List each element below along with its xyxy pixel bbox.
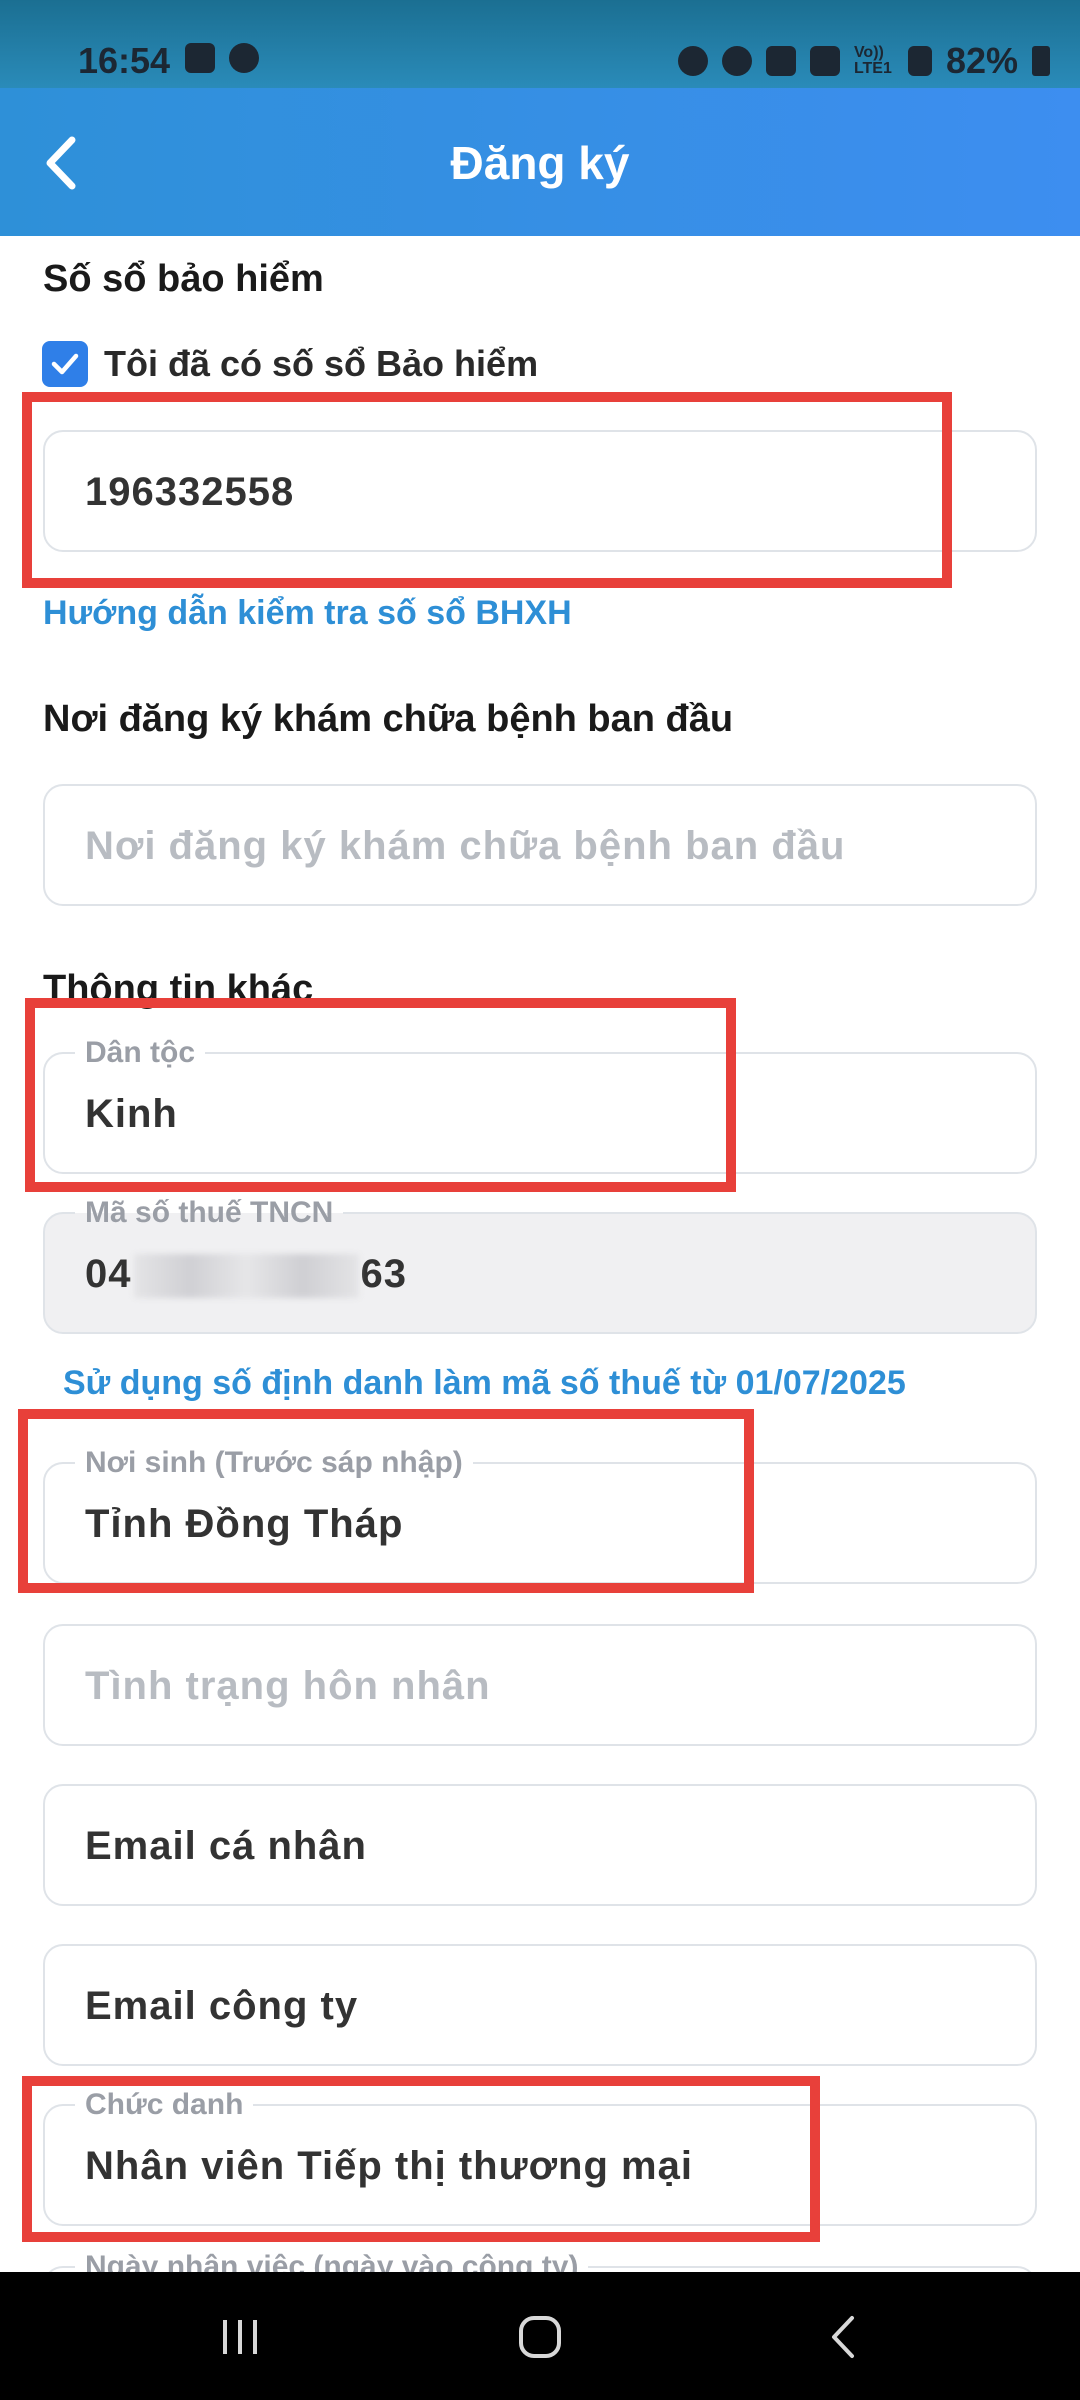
system-nav-bar [0, 2272, 1080, 2400]
birthplace-value: Tỉnh Đồng Tháp [85, 1502, 404, 1546]
system-icons: Vo)) LTE1 82% [677, 40, 1050, 82]
tax-code-prefix: 04 [85, 1252, 132, 1296]
insurance-guide-link[interactable]: Hướng dẫn kiểm tra số sổ BHXH [43, 594, 572, 633]
clock-icon [721, 46, 752, 76]
has-insurance-label: Tôi đã có số sổ Bảo hiểm [104, 343, 539, 384]
other-info-section-title: Thông tin khác [43, 968, 314, 1010]
status-time: 16:54 [78, 40, 171, 81]
home-button[interactable] [505, 2302, 575, 2372]
recent-apps-button[interactable] [205, 2302, 275, 2372]
birthplace-field[interactable]: Nơi sinh (Trước sáp nhập) Tỉnh Đồng Tháp [43, 1446, 1037, 1584]
recent-apps-icon [223, 2320, 257, 2354]
tax-code-note: Sử dụng số định danh làm mã số thuế từ 0… [63, 1364, 906, 1402]
home-icon [519, 2316, 561, 2358]
gallery-icon [185, 43, 215, 73]
has-insurance-checkbox-row[interactable]: Tôi đã có số sổ Bảo hiểm [42, 341, 538, 387]
notification-icons [185, 43, 259, 73]
start-date-label: Ngày nhận việc (ngày vào công ty) [75, 2250, 589, 2272]
ethnicity-label: Dân tộc [75, 1036, 206, 1070]
has-insurance-checkbox[interactable] [42, 341, 88, 387]
form-content[interactable]: Số sổ bảo hiểm Tôi đã có số sổ Bảo hiểm … [0, 236, 1080, 2272]
marital-status-input[interactable]: Tình trạng hôn nhân [43, 1624, 1037, 1746]
checkmark-icon [51, 353, 79, 375]
company-email-input[interactable]: Email công ty [43, 1944, 1037, 2066]
insurance-number-input[interactable]: 196332558 [43, 430, 1037, 552]
back-nav-button[interactable] [810, 2302, 880, 2372]
status-bar: 16:54 Vo)) LTE1 82% [0, 0, 1080, 88]
job-title-label: Chức danh [75, 2088, 254, 2122]
alarm-icon [677, 46, 708, 76]
facebook-icon [229, 43, 259, 73]
marital-status-placeholder: Tình trạng hôn nhân [85, 1664, 491, 1708]
insurance-number-value: 196332558 [85, 470, 295, 514]
company-email-placeholder: Email công ty [85, 1984, 359, 2028]
ethnicity-value: Kinh [85, 1092, 178, 1136]
network-label: Vo)) LTE1 [853, 44, 892, 77]
clinic-input[interactable]: Nơi đăng ký khám chữa bệnh ban đầu [43, 784, 1037, 906]
personal-email-placeholder: Email cá nhân [85, 1824, 367, 1868]
page-title: Đăng ký [450, 137, 630, 189]
battery-icon [1032, 46, 1050, 76]
ethnicity-field[interactable]: Dân tộc Kinh [43, 1036, 1037, 1174]
tax-code-field: Mã số thuế TNCN 04 63 [43, 1196, 1037, 1334]
personal-email-input[interactable]: Email cá nhân [43, 1784, 1037, 1906]
clinic-placeholder: Nơi đăng ký khám chữa bệnh ban đầu [85, 824, 846, 868]
battery-percent: 82% [945, 40, 1018, 81]
job-title-value: Nhân viên Tiếp thị thương mại [85, 2144, 693, 2188]
back-nav-icon [832, 2316, 854, 2358]
tax-code-value: 04 63 [85, 1252, 407, 1299]
wifi-icon [809, 46, 840, 76]
birthplace-label: Nơi sinh (Trước sáp nhập) [75, 1446, 473, 1480]
clinic-section-title: Nơi đăng ký khám chữa bệnh ban đầu [43, 698, 734, 740]
redacted-blur [133, 1254, 359, 1299]
signal-icon [907, 46, 932, 76]
insurance-section-title: Số sổ bảo hiểm [43, 258, 324, 300]
job-title-field[interactable]: Chức danh Nhân viên Tiếp thị thương mại [43, 2088, 1037, 2226]
tax-code-label: Mã số thuế TNCN [75, 1196, 344, 1230]
mute-icon [765, 46, 796, 76]
app-bar: Đăng ký [0, 88, 1080, 236]
tax-code-suffix: 63 [360, 1252, 407, 1296]
